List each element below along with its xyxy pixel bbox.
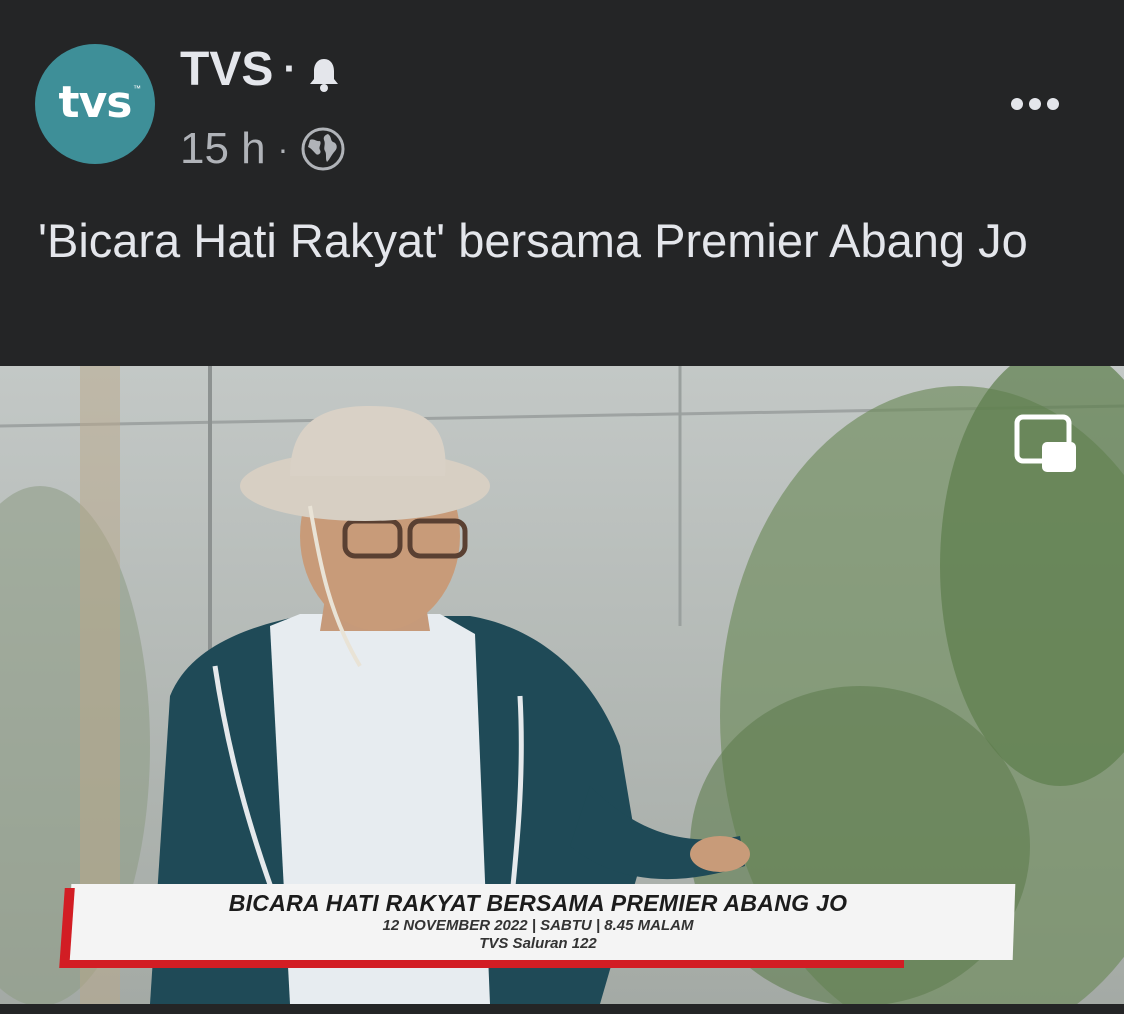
post-meta: 15 h · — [180, 124, 346, 174]
separator-dot: · — [277, 130, 289, 167]
post-time[interactable]: 15 h — [180, 124, 266, 174]
bottom-divider — [0, 1004, 1124, 1014]
more-horizontal-icon-dot — [1029, 98, 1041, 110]
more-horizontal-icon-dot — [1011, 98, 1023, 110]
avatar-trademark: ™ — [133, 84, 141, 93]
globe-icon — [300, 126, 346, 172]
more-horizontal-icon-dot — [1047, 98, 1059, 110]
more-options-button[interactable] — [1000, 84, 1070, 124]
video-lower-third: BICARA HATI RAKYAT BERSAMA PREMIER ABANG… — [59, 884, 1016, 968]
picture-in-picture-icon[interactable] — [1014, 414, 1078, 476]
page-avatar[interactable]: tvs ™ — [35, 44, 155, 164]
bell-icon[interactable] — [307, 51, 341, 92]
lower-third-accent-bottom — [62, 960, 904, 968]
lower-third-date: 12 NOVEMBER 2022 | SABTU | 8.45 MALAM — [382, 917, 694, 934]
lower-third-channel: TVS Saluran 122 — [479, 935, 597, 952]
page-name-row: TVS · — [180, 42, 341, 97]
separator-dot: · — [283, 47, 297, 91]
post-caption: 'Bicara Hati Rakyat' bersama Premier Aba… — [38, 214, 1028, 267]
lower-third-title: BICARA HATI RAKYAT BERSAMA PREMIER ABANG… — [228, 890, 848, 916]
page-name[interactable]: TVS — [180, 42, 273, 97]
avatar-logo-text: tvs — [58, 76, 133, 128]
post-header: tvs ™ TVS · 15 h · 'Bicara Hati Rakyat' … — [0, 0, 1124, 366]
